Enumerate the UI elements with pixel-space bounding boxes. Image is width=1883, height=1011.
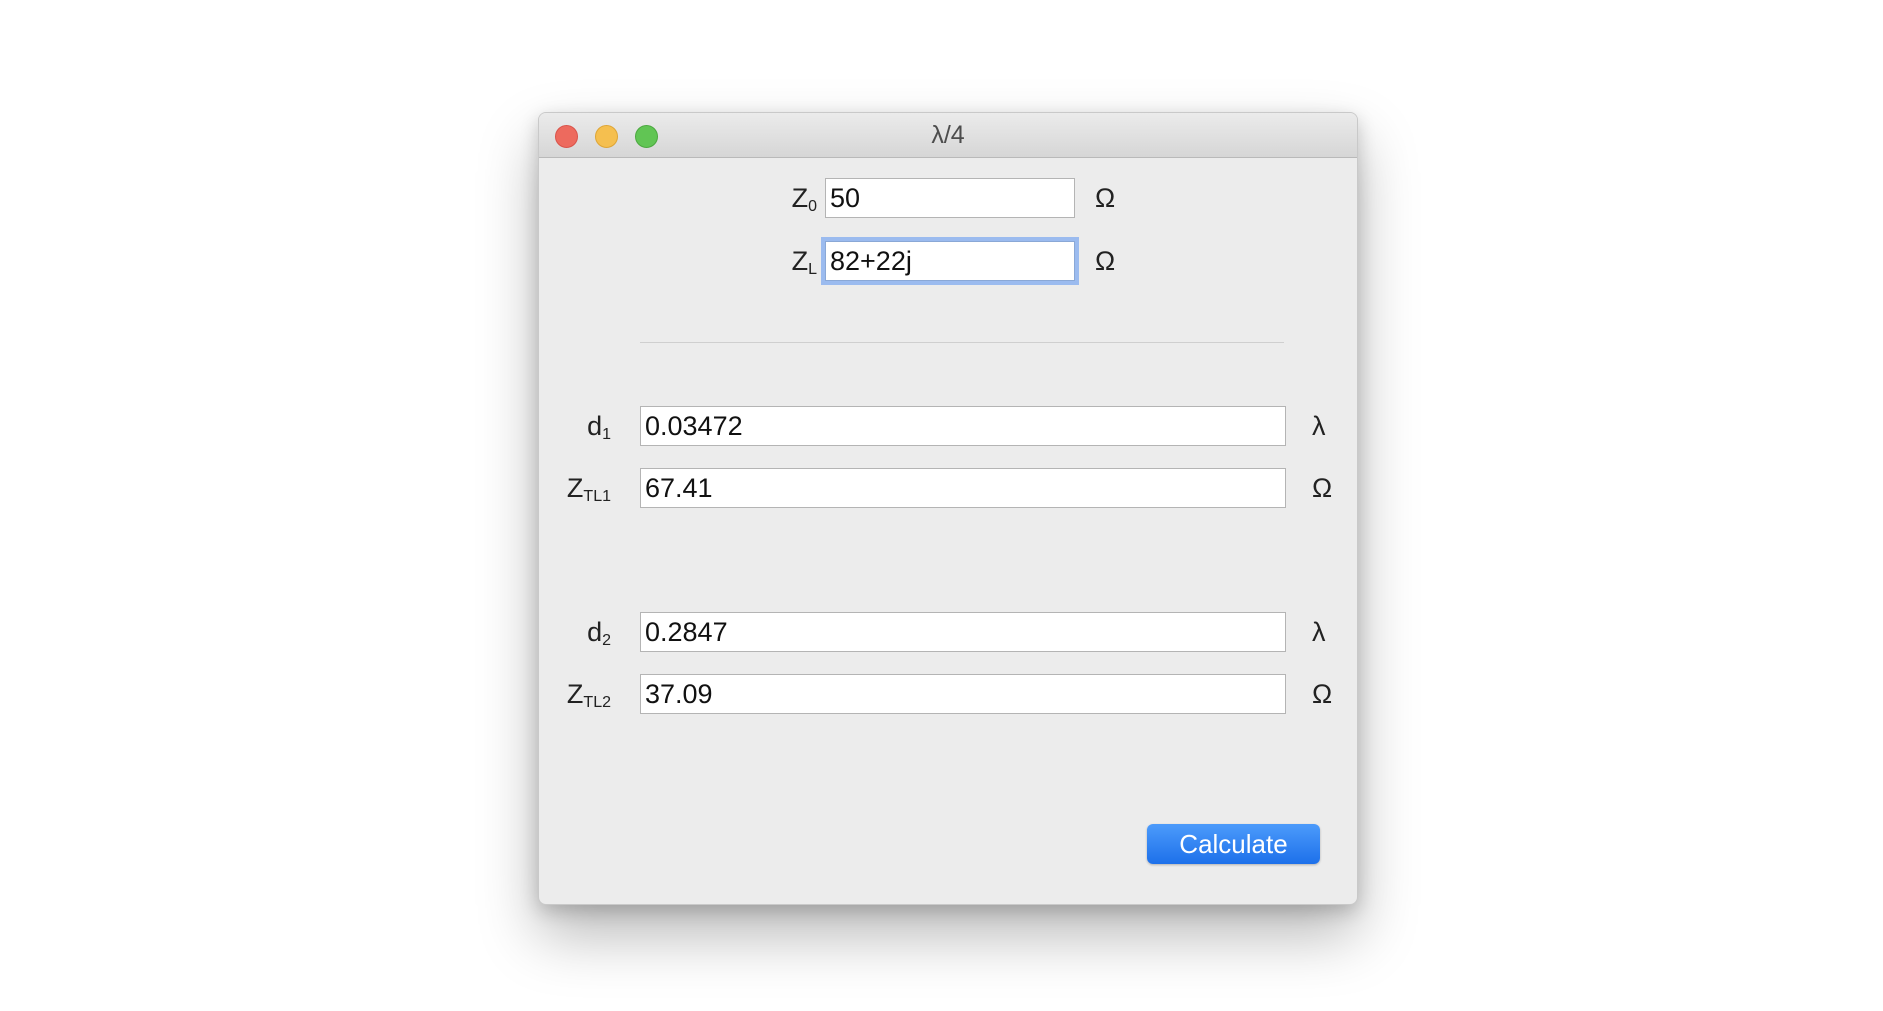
d2-label: d2 — [549, 612, 611, 652]
zl-label-sub: L — [808, 261, 817, 278]
d2-label-main: d — [587, 617, 603, 647]
z0-label-sub: 0 — [808, 198, 817, 215]
ztl2-label-sub: TL2 — [583, 694, 611, 711]
d1-label-main: d — [587, 411, 603, 441]
d1-label-sub: 1 — [602, 426, 611, 443]
d1-field[interactable] — [640, 406, 1286, 446]
zl-input[interactable] — [825, 241, 1075, 281]
d2-field[interactable] — [640, 612, 1286, 652]
zl-label-main: Z — [791, 246, 809, 276]
ztl2-label-main: Z — [566, 679, 584, 709]
d2-label-sub: 2 — [602, 632, 611, 649]
d1-unit: λ — [1312, 411, 1326, 441]
title-bar[interactable]: λ/4 — [539, 113, 1357, 158]
ztl2-unit: Ω — [1312, 679, 1333, 709]
ztl1-label-sub: TL1 — [583, 488, 611, 505]
ztl1-label-main: Z — [566, 473, 584, 503]
ztl2-field[interactable] — [640, 674, 1286, 714]
calculate-button[interactable]: Calculate — [1147, 824, 1320, 864]
zl-label: ZL — [777, 241, 817, 281]
z0-unit: Ω — [1095, 183, 1116, 213]
ztl1-unit: Ω — [1312, 473, 1333, 503]
zl-unit: Ω — [1095, 246, 1116, 276]
z0-input[interactable] — [825, 178, 1075, 218]
ztl1-field[interactable] — [640, 468, 1286, 508]
d1-label: d1 — [549, 406, 611, 446]
window-title: λ/4 — [931, 121, 965, 149]
app-window: λ/4 Z0 Ω ZL Ω d1 λ ZTL1 Ω d2 λ ZTL2 Ω Ca… — [538, 112, 1358, 905]
ztl1-label: ZTL1 — [549, 468, 611, 508]
z0-label: Z0 — [777, 178, 817, 218]
z0-label-main: Z — [791, 183, 809, 213]
section-divider — [640, 342, 1284, 343]
ztl2-label: ZTL2 — [549, 674, 611, 714]
d2-unit: λ — [1312, 617, 1326, 647]
